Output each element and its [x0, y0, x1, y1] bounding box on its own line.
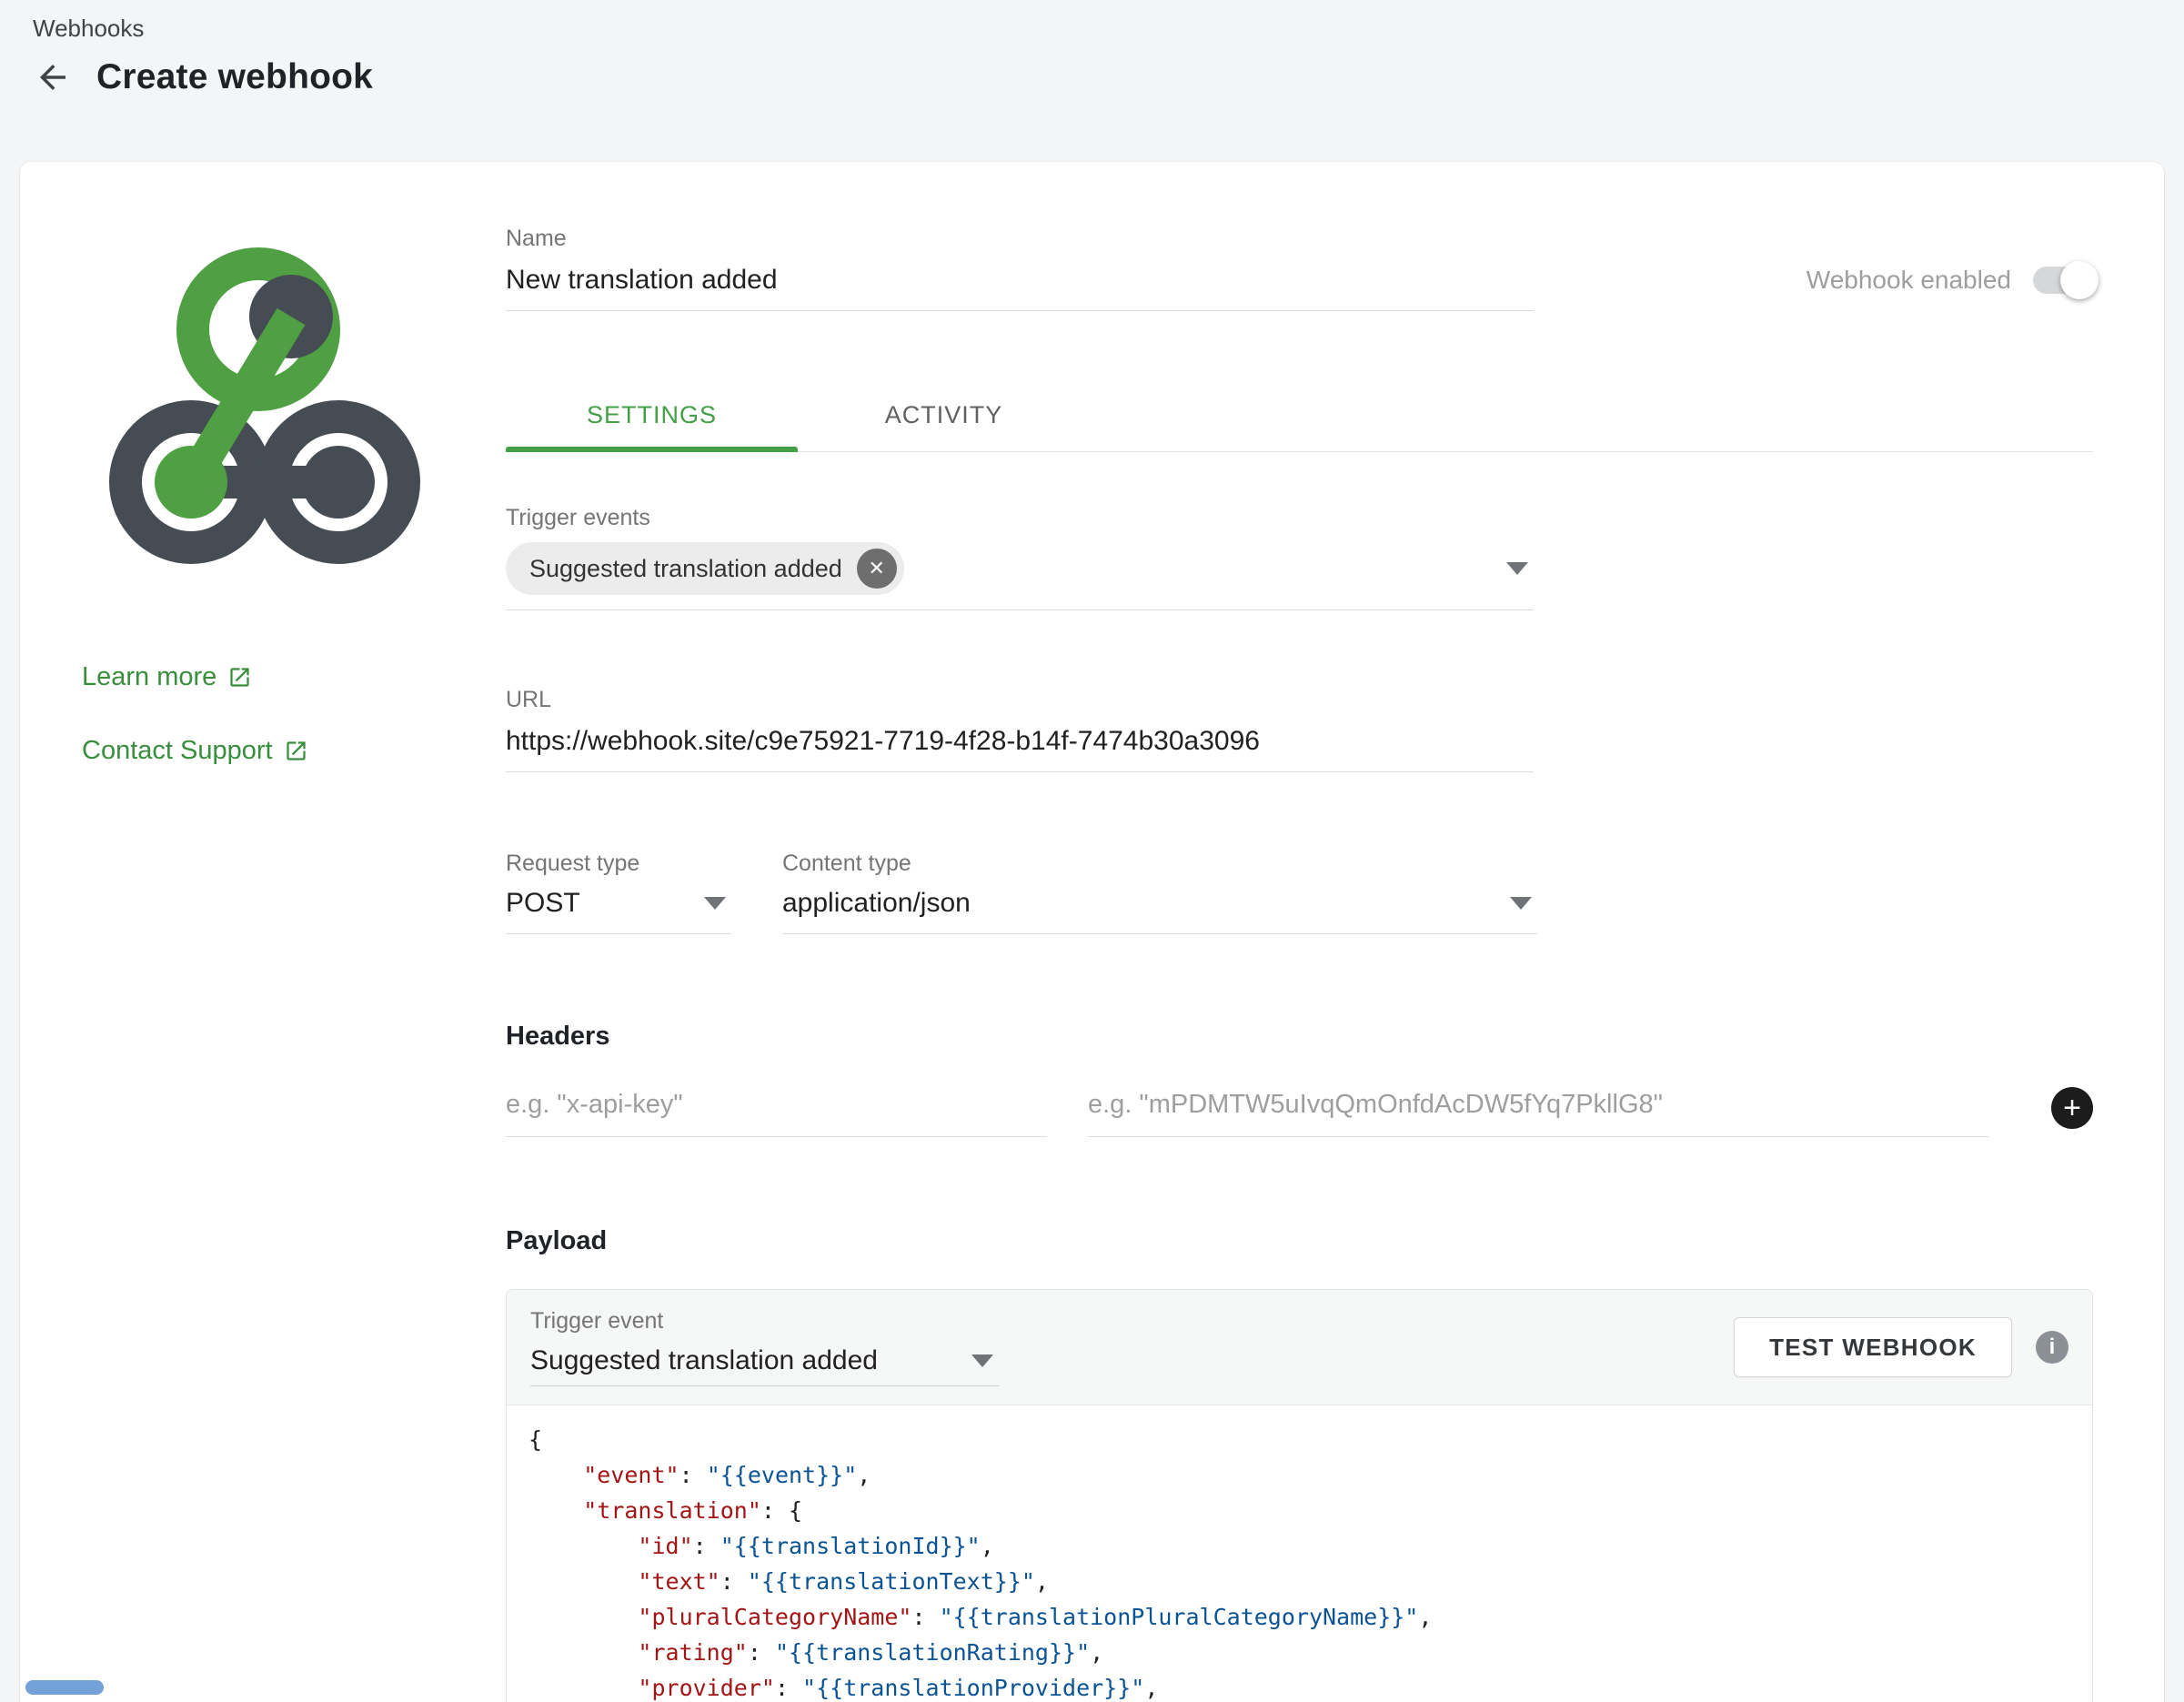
payload-trigger-value: Suggested translation added	[530, 1345, 878, 1376]
payload-code[interactable]: { "event": "{{event}}", "translation": {…	[507, 1405, 2092, 1702]
chip-label: Suggested translation added	[529, 555, 842, 583]
chevron-down-icon	[971, 1355, 993, 1367]
url-input[interactable]	[506, 722, 1534, 772]
url-label: URL	[506, 687, 1534, 713]
payload-trigger-field: Trigger event Suggested translation adde…	[530, 1308, 999, 1386]
external-link-icon	[284, 739, 308, 763]
headers-title: Headers	[506, 1022, 2093, 1052]
request-type-label: Request type	[506, 851, 731, 877]
webhook-enabled-label: Webhook enabled	[1807, 266, 2011, 295]
request-type-select[interactable]: POST	[506, 886, 731, 934]
content-type-label: Content type	[782, 851, 1537, 877]
header-value-input[interactable]	[1088, 1079, 1988, 1137]
trigger-events-label: Trigger events	[506, 505, 1534, 531]
trigger-events-select[interactable]: Suggested translation added ✕	[506, 540, 1534, 610]
create-webhook-card: Learn more Contact Support Name Webhook …	[20, 162, 2164, 1702]
webhook-logo	[82, 226, 446, 589]
tab-activity[interactable]: ACTIVITY	[798, 378, 1090, 451]
content-type-select[interactable]: application/json	[782, 886, 1537, 934]
info-icon[interactable]: i	[2036, 1331, 2068, 1364]
back-arrow-icon	[34, 58, 72, 96]
chevron-down-icon	[704, 897, 726, 910]
payload-panel: Trigger event Suggested translation adde…	[506, 1289, 2093, 1702]
left-column: Learn more Contact Support	[82, 226, 506, 1702]
scrollbar-thumb[interactable]	[25, 1680, 104, 1695]
trigger-events-field: Trigger events Suggested translation add…	[506, 505, 1534, 610]
tabs: SETTINGS ACTIVITY	[506, 378, 2093, 452]
tab-settings[interactable]: SETTINGS	[506, 378, 798, 451]
name-input[interactable]	[506, 261, 1534, 311]
webhook-enabled-group: Webhook enabled	[1807, 266, 2093, 295]
page-title: Create webhook	[96, 57, 373, 97]
name-label: Name	[506, 226, 1534, 252]
learn-more-label: Learn more	[82, 662, 216, 692]
chip-remove-button[interactable]: ✕	[857, 549, 897, 589]
name-field: Name	[506, 226, 1534, 311]
back-button[interactable]	[33, 57, 73, 97]
url-field: URL	[506, 687, 1534, 772]
page-header: Create webhook	[33, 57, 2184, 97]
payload-title: Payload	[506, 1226, 2093, 1256]
content-type-value: application/json	[782, 888, 971, 919]
webhook-enabled-toggle[interactable]	[2033, 267, 2093, 294]
toggle-knob	[2060, 261, 2098, 299]
breadcrumb[interactable]: Webhooks	[0, 0, 2184, 43]
request-type-field: Request type POST	[506, 851, 731, 934]
chevron-down-icon	[1510, 897, 1532, 910]
external-link-icon	[227, 665, 252, 690]
contact-support-link[interactable]: Contact Support	[82, 736, 506, 766]
payload-header: Trigger event Suggested translation adde…	[507, 1290, 2092, 1405]
payload-trigger-label: Trigger event	[530, 1308, 999, 1334]
payload-trigger-select[interactable]: Suggested translation added	[530, 1344, 999, 1386]
contact-support-label: Contact Support	[82, 736, 273, 766]
learn-more-link[interactable]: Learn more	[82, 662, 506, 692]
request-type-value: POST	[506, 888, 580, 919]
info-glyph: i	[2049, 1334, 2056, 1360]
content-type-field: Content type application/json	[782, 851, 1537, 934]
trigger-event-chip: Suggested translation added ✕	[506, 542, 904, 595]
test-webhook-button[interactable]: TEST WEBHOOK	[1734, 1317, 2012, 1377]
headers-row: +	[506, 1079, 2093, 1137]
chevron-down-icon	[1506, 562, 1528, 575]
webhook-form: Name Webhook enabled SETTINGS ACTIVITY T…	[506, 226, 2093, 1702]
type-row: Request type POST Content type applicati…	[506, 851, 2093, 934]
plus-icon: +	[2063, 1093, 2081, 1123]
header-key-input[interactable]	[506, 1079, 1047, 1137]
payload-actions: TEST WEBHOOK i	[1734, 1317, 2068, 1377]
close-icon: ✕	[869, 557, 885, 580]
add-header-button[interactable]: +	[2051, 1087, 2093, 1129]
